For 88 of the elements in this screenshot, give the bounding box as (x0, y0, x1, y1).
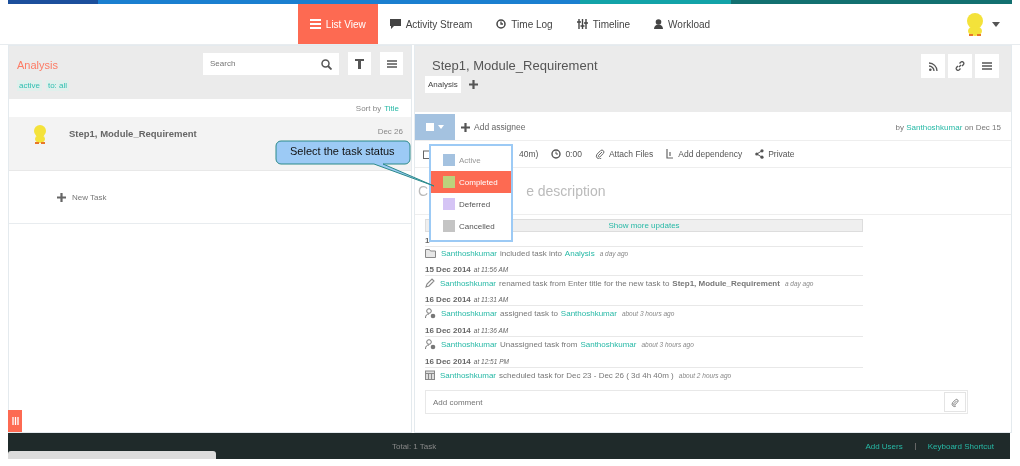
nav-tab[interactable]: Activity Stream (377, 4, 485, 44)
user-icon (654, 19, 664, 29)
search-field[interactable]: Search (203, 52, 339, 75)
menu-button[interactable] (975, 54, 999, 78)
new-task-button[interactable]: New Task (51, 191, 113, 203)
activity-date: 1 (425, 236, 430, 245)
folder-icon (425, 249, 436, 258)
search-icon (321, 58, 332, 70)
plus-icon (468, 80, 478, 89)
caret-icon (438, 125, 444, 129)
menu-icon (982, 62, 992, 70)
share-icon (755, 149, 765, 159)
clock-icon (551, 149, 562, 159)
user-link[interactable]: Santhoshkumar (580, 340, 637, 349)
list-icon (309, 19, 321, 29)
task-title: Step1, Module_Requirement (69, 128, 198, 139)
task-tag[interactable]: Analysis (425, 76, 461, 93)
nav-tab[interactable]: Time Log (484, 4, 565, 44)
user-link[interactable]: Santhoshkumar (906, 122, 963, 132)
add-tag-button[interactable] (468, 80, 478, 89)
avatar-icon (31, 124, 49, 144)
caret-icon[interactable] (992, 21, 1000, 27)
task-date: Dec 26 (377, 127, 403, 136)
panel-handle[interactable] (8, 410, 22, 432)
filter-icon (355, 58, 364, 69)
pencil-icon (425, 278, 435, 288)
user-link[interactable]: Santhoshkumar (441, 340, 498, 349)
nav-tab[interactable]: Workload (642, 4, 723, 44)
activity-text: Unassigned task from (500, 340, 578, 349)
activity-date: 15 Dec 2014 (425, 265, 471, 274)
user-assign-icon (425, 308, 436, 319)
activity-text: scheduled task for Dec 23 - Dec 26 ( 3d 4h 40m ) (499, 370, 674, 380)
filter-tag[interactable]: active (17, 80, 42, 91)
sort-label: Sort by (355, 103, 382, 113)
meta-time: 0:00 (565, 149, 582, 159)
user-link[interactable]: Santhoshkumar (440, 278, 497, 288)
meta-private[interactable]: Private (768, 149, 795, 159)
feed-button[interactable] (921, 54, 945, 78)
task-total: Total: 1 Task (392, 441, 437, 451)
calendar-icon (423, 149, 431, 159)
activity-date: 16 Dec 2014 (425, 357, 471, 366)
link-icon (955, 61, 965, 71)
paperclip-icon (951, 396, 959, 408)
list-link[interactable]: Analysis (564, 249, 595, 258)
dependency-icon (666, 149, 675, 159)
attach-button[interactable] (944, 392, 966, 412)
task-heading: Step1, Module_Requirement (432, 58, 598, 75)
clock-icon (496, 19, 507, 29)
created-by-text: by Santhoshkumar on Dec 15 (895, 122, 1001, 132)
footer-link[interactable]: Add Users (865, 441, 903, 451)
sort-link[interactable]: Title (384, 103, 399, 113)
sliders-icon (576, 19, 588, 29)
avatar-icon[interactable] (964, 12, 986, 36)
nav-tab[interactable]: List View (297, 4, 378, 44)
add-assignee-button[interactable]: Add assignee (455, 121, 532, 133)
task-name: Step1, Module_Requirement (672, 278, 780, 288)
calendar-icon (425, 370, 435, 380)
activity-text: included task into (500, 249, 562, 258)
paperclip-icon (594, 149, 605, 159)
description-placeholder[interactable]: e description (526, 183, 606, 199)
activity-date: 16 Dec 2014 (425, 326, 471, 335)
plus-icon (461, 122, 470, 132)
user-link[interactable]: Santhoshkumar (441, 309, 498, 318)
link-button[interactable] (948, 54, 972, 78)
status-option[interactable]: Deferred (431, 193, 511, 215)
meta-dependency[interactable]: Add dependency (678, 149, 743, 159)
list-title: Analysis (17, 57, 59, 71)
meta-schedule: 40m) (519, 149, 539, 159)
user-link[interactable]: Santhoshkumar (560, 309, 617, 318)
grip-icon (11, 417, 19, 425)
menu-icon (386, 59, 397, 68)
comment-field[interactable]: Add comment (425, 390, 968, 414)
menu-button[interactable] (380, 52, 403, 75)
nav-tab[interactable]: Timeline (564, 4, 643, 44)
user-link[interactable]: Santhoshkumar (440, 370, 497, 380)
plus-icon (57, 192, 66, 202)
activity-text: renamed task from Enter title for the new task to (499, 278, 670, 288)
footer-link[interactable]: Keyboard Shortcut (927, 441, 994, 451)
rss-icon (928, 61, 938, 71)
meta-attach[interactable]: Attach Files (608, 149, 654, 159)
filter-button[interactable] (348, 52, 371, 75)
filter-tag[interactable]: to: all (45, 80, 70, 91)
activity-date: 16 Dec 2014 (425, 295, 471, 304)
status-option[interactable]: Completed (431, 171, 511, 193)
user-assign-icon (425, 339, 436, 350)
activity-text: assigned task to (500, 309, 558, 318)
user-link[interactable]: Santhoshkumar (441, 249, 498, 258)
speech-bubble-icon (389, 19, 401, 29)
